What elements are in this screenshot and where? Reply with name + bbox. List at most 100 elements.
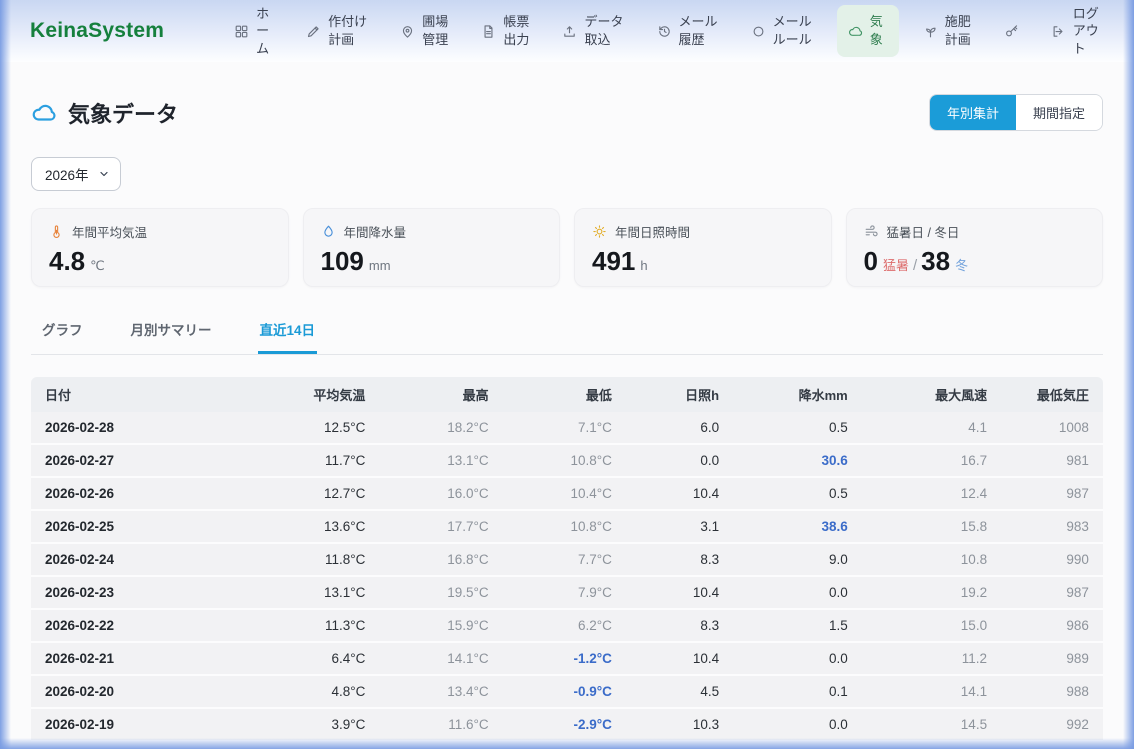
period-select-button[interactable]: 期間指定 <box>1016 95 1102 130</box>
cell-date: 2026-02-24 <box>31 552 283 567</box>
cell-min-pressure: 989 <box>1001 651 1103 666</box>
column-header: 日付 <box>31 385 283 404</box>
cell-min-pressure: 990 <box>1001 552 1103 567</box>
cloud-icon <box>848 24 863 39</box>
nav-item-label: メール履歴 <box>679 13 719 48</box>
cell-date: 2026-02-28 <box>31 420 283 435</box>
cell-min-pressure: 988 <box>1001 684 1103 699</box>
cell-min-pressure: 1008 <box>1001 420 1103 435</box>
table-row[interactable]: 2026-02-2411.8°C16.8°C7.7°C8.39.010.8990 <box>31 544 1103 577</box>
stat-card-header: 年間平均気温 <box>49 222 271 241</box>
nav-item-data-import[interactable]: データ取込 <box>554 8 632 53</box>
nav-item-field-management[interactable]: 圃場管理 <box>392 8 457 53</box>
cloud-icon <box>31 100 57 126</box>
column-header: 平均気温 <box>283 385 379 404</box>
table-row[interactable]: 2026-02-193.9°C11.6°C-2.9°C10.30.014.599… <box>31 709 1103 742</box>
table-row[interactable]: 2026-02-2313.1°C19.5°C7.9°C10.40.019.298… <box>31 577 1103 610</box>
nav-item-logout[interactable]: ログアウト <box>1043 0 1108 62</box>
cell-max-temp: 19.5°C <box>379 585 502 600</box>
page-title: 気象データ <box>68 97 178 129</box>
cell-avg-temp: 4.8°C <box>283 684 379 699</box>
view-tabs: グラフ 月別サマリー 直近14日 <box>31 313 1103 355</box>
tab-graph[interactable]: グラフ <box>40 313 85 354</box>
main-content: 気象データ 年別集計 期間指定 2026年 年間平均気温4.8℃年間降水量109… <box>0 94 1134 742</box>
sprout-icon <box>923 24 938 39</box>
stat-card-sunshine: 年間日照時間491h <box>574 208 832 287</box>
home-icon <box>234 24 249 39</box>
nav-item-mail-history[interactable]: メール履歴 <box>649 8 727 53</box>
stat-value: 4.8 <box>49 246 85 276</box>
cell-min-pressure: 987 <box>1001 585 1103 600</box>
cell-avg-temp: 13.1°C <box>283 585 379 600</box>
stat-separator: / <box>913 257 917 274</box>
column-header: 最高 <box>379 385 502 404</box>
thermometer-icon <box>49 224 64 239</box>
cell-avg-temp: 11.8°C <box>283 552 379 567</box>
table-row[interactable]: 2026-02-204.8°C13.4°C-0.9°C4.50.114.1988 <box>31 676 1103 709</box>
cell-max-temp: 16.0°C <box>379 486 502 501</box>
cell-max-wind: 4.1 <box>862 420 1001 435</box>
nav-item-home[interactable]: ホーム <box>226 0 282 62</box>
cell-max-temp: 13.4°C <box>379 684 502 699</box>
nav-item-planting-plan[interactable]: 作付け計画 <box>298 8 376 53</box>
tab-monthly-summary[interactable]: 月別サマリー <box>129 313 214 354</box>
cell-rainfall: 0.0 <box>733 651 862 666</box>
history-icon <box>657 24 672 39</box>
table-row[interactable]: 2026-02-2612.7°C16.0°C10.4°C10.40.512.49… <box>31 478 1103 511</box>
nav-item-label: 気象 <box>870 13 888 48</box>
cell-avg-temp: 11.3°C <box>283 618 379 633</box>
yearly-summary-button[interactable]: 年別集計 <box>930 95 1016 130</box>
document-icon <box>481 24 496 39</box>
cell-min-temp: 10.4°C <box>503 486 626 501</box>
cell-max-wind: 15.8 <box>862 519 1001 534</box>
stat-unit: ℃ <box>90 258 105 273</box>
table-row[interactable]: 2026-02-2711.7°C13.1°C10.8°C0.030.616.79… <box>31 445 1103 478</box>
logout-icon <box>1051 24 1066 39</box>
cell-sunshine: 0.0 <box>626 453 733 468</box>
cell-date: 2026-02-22 <box>31 618 283 633</box>
cell-rainfall: 0.5 <box>733 420 862 435</box>
stat-value-row: 4.8 ℃ <box>49 248 271 274</box>
cell-min-pressure: 986 <box>1001 618 1103 633</box>
nav-item-weather[interactable]: 気象 <box>837 5 899 56</box>
cell-min-temp: 7.1°C <box>503 420 626 435</box>
cell-max-wind: 10.8 <box>862 552 1001 567</box>
stat-card-header: 猛暑日 / 冬日 <box>864 222 1086 241</box>
circle-icon <box>751 24 766 39</box>
cell-max-wind: 11.2 <box>862 651 1001 666</box>
nav-item-fertilizer-plan[interactable]: 施肥計画 <box>915 8 980 53</box>
stat-value-2: 38 <box>921 246 950 276</box>
year-select[interactable]: 2026年 <box>31 157 121 191</box>
column-header: 最大風速 <box>862 385 1001 404</box>
cell-rainfall: 0.5 <box>733 486 862 501</box>
cell-min-temp: 10.8°C <box>503 453 626 468</box>
table-row[interactable]: 2026-02-216.4°C14.1°C-1.2°C10.40.011.298… <box>31 643 1103 676</box>
nav-item-password[interactable] <box>996 19 1027 44</box>
cell-max-wind: 14.1 <box>862 684 1001 699</box>
nav-item-label: 作付け計画 <box>328 13 368 48</box>
cell-date: 2026-02-25 <box>31 519 283 534</box>
cell-rainfall: 0.1 <box>733 684 862 699</box>
cell-sunshine: 10.4 <box>626 585 733 600</box>
cell-date: 2026-02-20 <box>31 684 283 699</box>
cell-sunshine: 8.3 <box>626 618 733 633</box>
cell-max-wind: 19.2 <box>862 585 1001 600</box>
nav-item-report-output[interactable]: 帳票出力 <box>473 8 538 53</box>
cell-sunshine: 4.5 <box>626 684 733 699</box>
chevron-down-icon <box>98 168 110 180</box>
table-row[interactable]: 2026-02-2513.6°C17.7°C10.8°C3.138.615.89… <box>31 511 1103 544</box>
cell-max-temp: 11.6°C <box>379 717 502 732</box>
cell-rainfall: 30.6 <box>733 453 862 468</box>
stat-unit: mm <box>369 258 391 273</box>
cell-min-temp: 7.7°C <box>503 552 626 567</box>
nav-item-mail-rules[interactable]: メールルール <box>743 8 821 53</box>
pencil-icon <box>306 24 321 39</box>
cell-rainfall: 0.0 <box>733 717 862 732</box>
pin-icon <box>400 24 415 39</box>
table-row[interactable]: 2026-02-2211.3°C15.9°C6.2°C8.31.515.0986 <box>31 610 1103 643</box>
stat-cards: 年間平均気温4.8℃年間降水量109mm年間日照時間491h猛暑日 / 冬日0猛… <box>31 208 1103 287</box>
column-header: 降水mm <box>733 385 862 404</box>
tab-recent-14days[interactable]: 直近14日 <box>258 313 318 354</box>
cell-max-temp: 13.1°C <box>379 453 502 468</box>
table-row[interactable]: 2026-02-2812.5°C18.2°C7.1°C6.00.54.11008 <box>31 412 1103 445</box>
